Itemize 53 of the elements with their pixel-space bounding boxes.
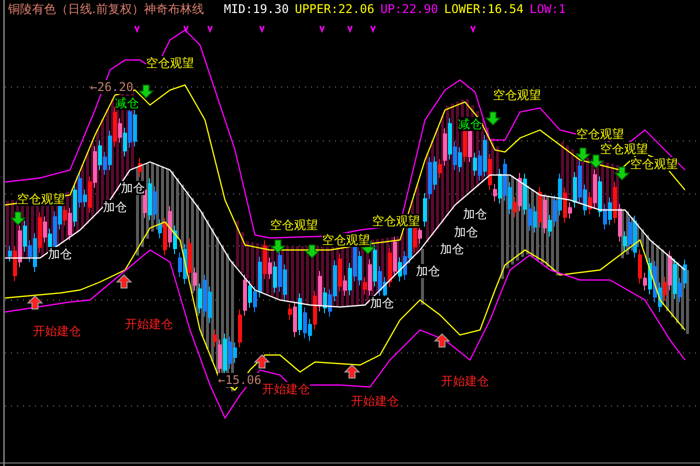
signal-label: 减仓 xyxy=(115,96,139,110)
tick-mark-icon xyxy=(319,26,325,34)
price-label: ←26.20 xyxy=(90,80,134,94)
signal-label: 加仓 xyxy=(463,207,487,221)
signal-label: 开始建仓 xyxy=(125,317,173,331)
signal-label: 加仓 xyxy=(121,181,145,195)
down-arrow-icon xyxy=(614,166,630,181)
tick-mark-icon xyxy=(207,26,213,34)
signal-label: 空仓观望 xyxy=(270,218,318,232)
tick-mark-icon xyxy=(347,26,353,34)
signal-label: 空仓观望 xyxy=(146,56,194,70)
up-arrow-icon xyxy=(344,364,360,378)
signal-label: 加仓 xyxy=(440,242,464,256)
signal-label: 空仓观望 xyxy=(493,88,541,102)
signal-label: 空仓观望 xyxy=(630,157,678,171)
tick-mark-icon xyxy=(470,26,476,34)
tick-mark-icon xyxy=(134,26,140,34)
signal-label: 开始建仓 xyxy=(351,394,399,408)
signal-label: 加仓 xyxy=(103,200,127,214)
signal-label: 空仓观望 xyxy=(17,192,65,206)
indicator-value: LOW:1 xyxy=(530,2,566,16)
price-label: ←15.06 xyxy=(218,373,262,387)
up-arrow-icon xyxy=(434,333,450,348)
signal-label: 空仓观望 xyxy=(600,142,648,156)
down-arrow-icon xyxy=(138,84,154,99)
signal-label: 开始建仓 xyxy=(33,324,81,338)
down-arrow-icon xyxy=(10,212,26,226)
signal-label: 空仓观望 xyxy=(322,233,370,247)
tick-mark-icon xyxy=(370,26,376,34)
signal-label: 加仓 xyxy=(48,247,72,261)
up-arrow-icon xyxy=(26,295,44,310)
signal-label: 加仓 xyxy=(416,264,440,278)
signal-label: 空仓观望 xyxy=(576,127,624,141)
down-arrow-icon xyxy=(484,112,502,126)
up-arrow-icon xyxy=(254,354,270,368)
indicator-value: UP:22.90 xyxy=(380,2,438,16)
signal-label: 减仓 xyxy=(458,117,482,131)
down-arrow-icon xyxy=(588,154,604,169)
chart-title: 铜陵有色（日线.前复权）神奇布林线 xyxy=(8,0,204,18)
tick-mark-icon xyxy=(259,26,265,34)
up-arrow-icon xyxy=(116,274,132,288)
signal-label: 加仓 xyxy=(454,225,478,239)
down-arrow-icon xyxy=(270,240,286,254)
down-arrow-icon xyxy=(304,244,320,259)
signal-label: 开始建仓 xyxy=(262,382,310,396)
indicator-value: LOWER:16.54 xyxy=(444,2,524,16)
indicator-value: UPPER:22.06 xyxy=(294,2,374,16)
down-arrow-icon xyxy=(574,148,592,162)
signal-label: 开始建仓 xyxy=(441,374,489,388)
tick-mark-icon xyxy=(183,26,189,34)
indicator-value: MID:19.30 xyxy=(224,2,289,16)
signal-label: 空仓观望 xyxy=(372,214,420,228)
signal-label: 加仓 xyxy=(370,296,394,310)
